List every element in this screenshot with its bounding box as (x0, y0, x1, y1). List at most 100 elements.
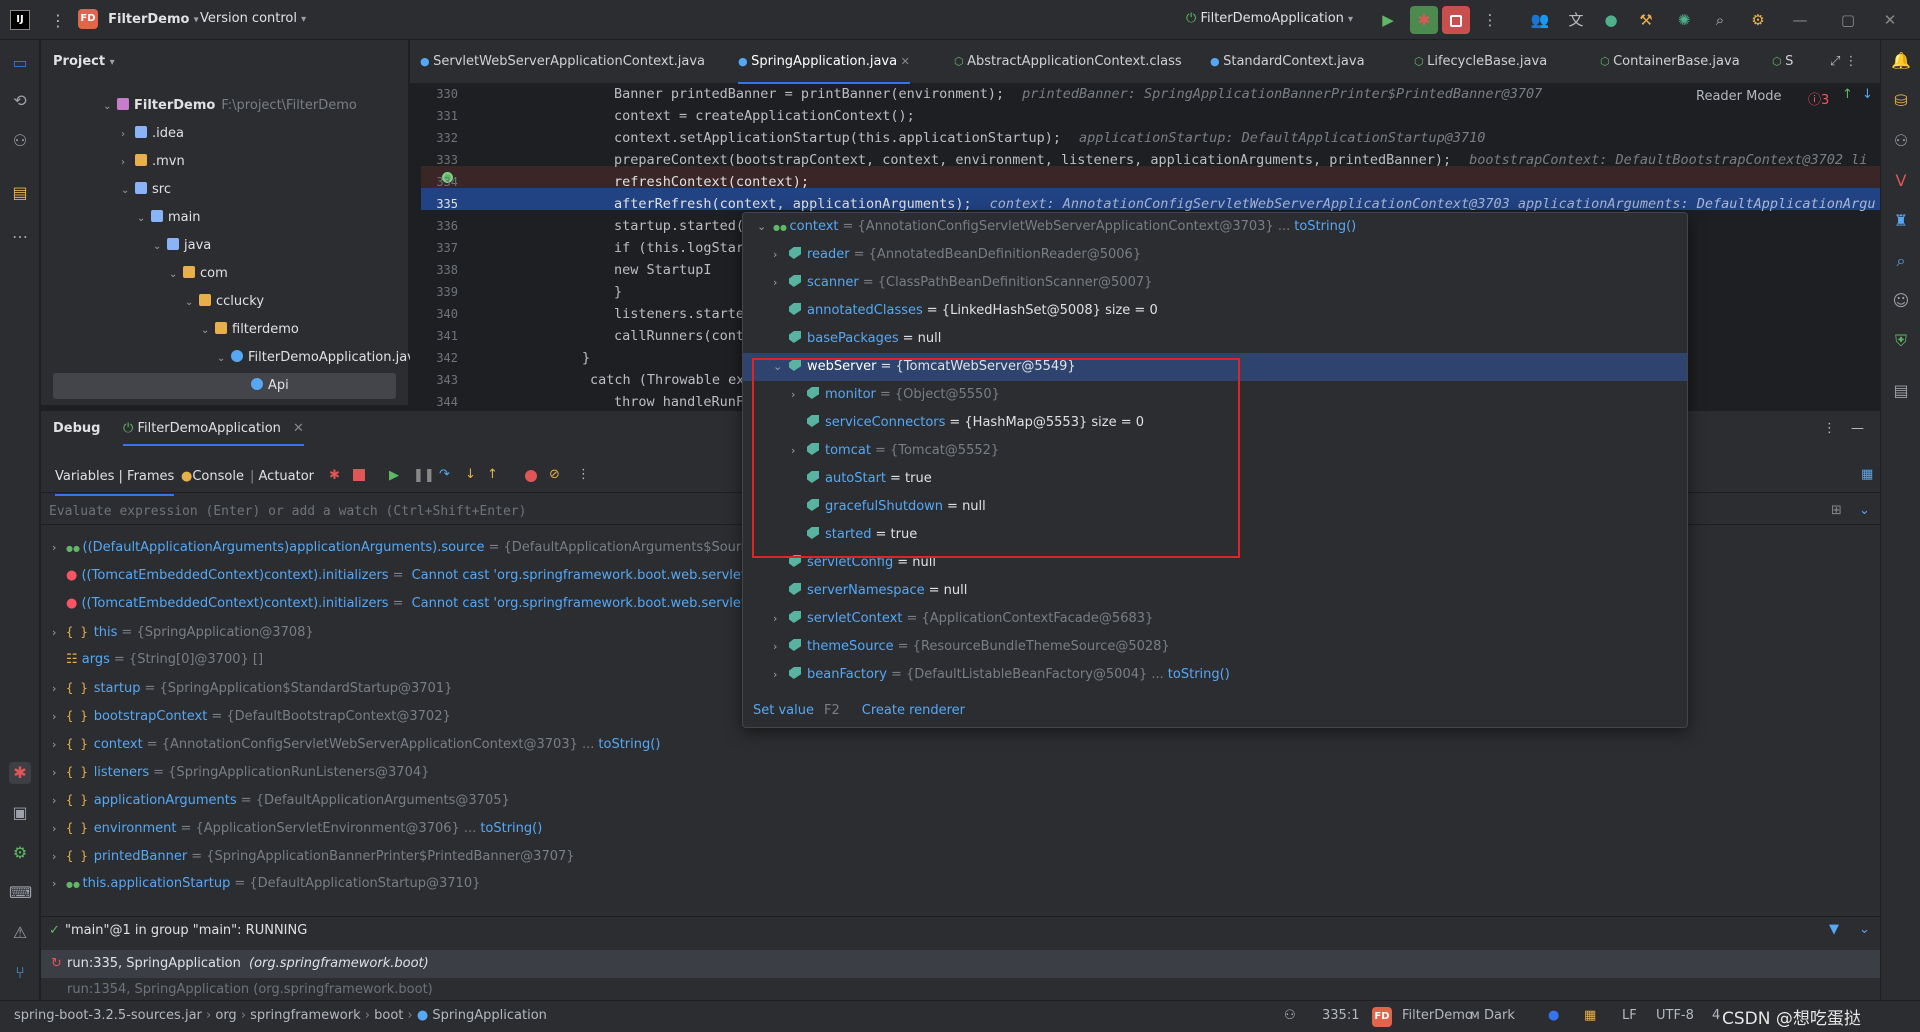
close-icon[interactable]: ✕ (293, 421, 304, 436)
code-with-me-icon[interactable]: 👥 (1530, 10, 1550, 30)
close-tab-icon[interactable]: ✕ (897, 55, 910, 68)
code-line[interactable]: callRunners(cont (614, 328, 744, 344)
tree-item[interactable]: › .idea (121, 121, 184, 147)
popup-variable-row[interactable]: › beanFactory = {DefaultListableBeanFactor… (743, 661, 1687, 689)
variable-row[interactable]: ›{ } context = {AnnotationConfigServletWeb… (52, 730, 660, 758)
chevron-down-icon[interactable]: ⌄ (153, 234, 167, 260)
code-line[interactable]: startup.started( (614, 218, 744, 234)
security-icon[interactable]: ⛨ (1890, 330, 1912, 352)
chevron-down-icon[interactable]: ⌄ (201, 318, 215, 344)
git-icon[interactable]: ⑂ (9, 962, 31, 984)
more-tools-icon[interactable]: … (9, 222, 31, 244)
breadcrumb-item[interactable]: org (215, 1008, 236, 1023)
chevron-right-icon[interactable]: › (52, 731, 66, 759)
actuator-tab[interactable]: | Actuator (250, 469, 314, 484)
variables-frames-tab[interactable]: Variables | Frames (55, 469, 175, 496)
variable-row[interactable]: ›{ } listeners = {SpringApplicationRunList… (52, 758, 429, 786)
variable-row[interactable]: ›{ } this = {SpringApplication@3708} (52, 618, 314, 646)
watch-icon[interactable]: ⊞ (1831, 503, 1842, 518)
view-breakpoints-icon[interactable] (525, 470, 537, 482)
hide-icon[interactable]: — (1851, 421, 1864, 436)
chevron-right-icon[interactable]: › (121, 150, 135, 176)
code-line[interactable]: listeners.starte (614, 306, 744, 322)
create-renderer-link[interactable]: Create renderer (862, 703, 965, 718)
prev-problem-icon[interactable]: ↑ (1842, 87, 1853, 102)
services-icon[interactable]: ▣ (9, 802, 31, 824)
commit-icon[interactable]: ⟲ (9, 90, 31, 112)
chevron-right-icon[interactable]: › (52, 787, 66, 815)
code-line[interactable]: context = createApplicationContext(); (614, 108, 915, 124)
tab-5[interactable]: ⬡ LifecycleBase.java (1414, 40, 1547, 84)
chevron-right-icon[interactable]: › (52, 675, 66, 703)
tostring-link[interactable]: toString() (1168, 667, 1230, 682)
debug-icon[interactable]: ✱ (1410, 6, 1438, 34)
structure-icon[interactable]: ▤ (9, 182, 31, 204)
stop-icon[interactable] (353, 469, 365, 481)
pause-icon[interactable]: ❚❚ (413, 468, 435, 483)
chevron-right-icon[interactable]: › (773, 661, 789, 689)
plugins-icon[interactable]: ⚇ (9, 130, 31, 152)
file-encoding[interactable]: UTF-8 (1656, 1008, 1694, 1023)
more-icon[interactable]: ⋮ (577, 467, 590, 482)
frame-row[interactable]: run:1354, SpringApplication (org.springf… (41, 978, 1880, 1000)
popup-variable-row[interactable]: ⌄ ●● context = {AnnotationConfigServletWeb… (743, 213, 1687, 241)
code-line[interactable]: throw handleRunF (614, 394, 744, 410)
project-tool-icon[interactable]: ▭ (9, 52, 31, 74)
code-line[interactable]: refreshContext(context); (614, 174, 809, 190)
chevron-down-icon[interactable]: ⌄ (137, 206, 151, 232)
error-message[interactable]: Cannot cast 'org.springframework.boot.we… (412, 596, 758, 611)
ide-logo-icon[interactable]: IJ (10, 10, 30, 30)
tree-item[interactable]: ⌄ FilterDemoApplication.java (217, 345, 423, 371)
code-line[interactable]: new StartupI (614, 262, 712, 278)
tostring-link[interactable]: toString() (1294, 219, 1356, 234)
code-line[interactable]: Banner printedBanner = printBanner(envir… (614, 86, 1542, 102)
theme-switcher[interactable]: Dark (1484, 1008, 1515, 1023)
chevron-right-icon[interactable]: › (121, 122, 135, 148)
variable-row[interactable]: ›{ } applicationArguments = {DefaultApplic… (52, 786, 510, 814)
thread-selector[interactable]: ✓ "main"@1 in group "main": RUNNING ▼ ⌄ (41, 916, 1880, 944)
app-session-tab[interactable]: ⏻ FilterDemoApplication ✕ (123, 421, 304, 446)
tree-item[interactable]: ⌄ filterdemo (201, 317, 299, 343)
popup-variable-row[interactable]: › reader = {AnnotatedBeanDefinitionReader@… (743, 241, 1687, 269)
chevron-down-icon[interactable]: ⌄ (1859, 922, 1870, 937)
tree-item[interactable]: › .mvn (121, 149, 185, 175)
chevron-right-icon[interactable]: › (773, 633, 789, 661)
close-icon[interactable]: ✕ (1880, 10, 1900, 30)
chevron-right-icon[interactable]: › (773, 241, 789, 269)
tree-item[interactable]: Api (53, 373, 396, 399)
breadcrumb-item[interactable]: boot (374, 1008, 403, 1023)
variable-row[interactable]: › ●● this.applicationStartup = {DefaultApp… (52, 870, 480, 898)
next-problem-icon[interactable]: ↓ (1862, 87, 1873, 102)
chevron-down-icon[interactable]: ⌄ (185, 290, 199, 316)
code-line[interactable]: catch (Throwable ex (590, 372, 744, 388)
layout-icon[interactable]: ▦ (1861, 467, 1873, 482)
filter-icon[interactable]: ▼ (1829, 922, 1839, 937)
run-config-selector[interactable]: ⏻ FilterDemoApplication ▾ (1186, 11, 1353, 26)
set-value-link[interactable]: Set value (753, 703, 814, 718)
popup-variable-row[interactable]: › servletContext = {ApplicationContextFaca… (743, 605, 1687, 633)
code-line[interactable]: } (582, 350, 590, 366)
tostring-link[interactable]: toString() (480, 821, 542, 836)
minimize-icon[interactable]: — (1790, 10, 1810, 30)
run-icon[interactable]: ▶ (1378, 10, 1398, 30)
popup-variable-row[interactable]: annotatedClasses = {LinkedHashSet@5008} s… (743, 297, 1687, 325)
indent-setting[interactable]: 4 (1712, 1008, 1720, 1023)
error-message[interactable]: Cannot cast 'org.springframework.boot.we… (412, 568, 758, 583)
database-icon[interactable]: ⛁ (1890, 90, 1912, 112)
step-over-icon[interactable]: ↷ (439, 467, 450, 482)
tab-4[interactable]: ● StandardContext.java (1210, 40, 1365, 84)
ai-status-icon[interactable]: ● (1548, 1008, 1559, 1023)
settings-icon[interactable]: ⚙ (1748, 10, 1768, 30)
line-separator[interactable]: LF (1622, 1008, 1637, 1023)
popup-variable-row[interactable]: basePackages = null (743, 325, 1687, 353)
stop-button[interactable] (1442, 6, 1470, 34)
variable-row[interactable]: ☷ args = {String[0]@3700} [] (52, 646, 263, 674)
code-line[interactable]: context.setApplicationStartup(this.appli… (614, 130, 1485, 146)
notifications-icon[interactable]: 🔔 (1890, 50, 1912, 72)
tree-item[interactable]: ⌄ java (153, 233, 211, 259)
variable-row[interactable]: ● ((TomcatEmbeddedContext)context).initi… (52, 562, 757, 590)
build-icon[interactable]: ⚒ (1636, 10, 1656, 30)
chevron-right-icon[interactable]: › (52, 843, 66, 871)
tostring-link[interactable]: toString() (598, 737, 660, 752)
resume-icon[interactable]: ▶ (389, 468, 399, 483)
